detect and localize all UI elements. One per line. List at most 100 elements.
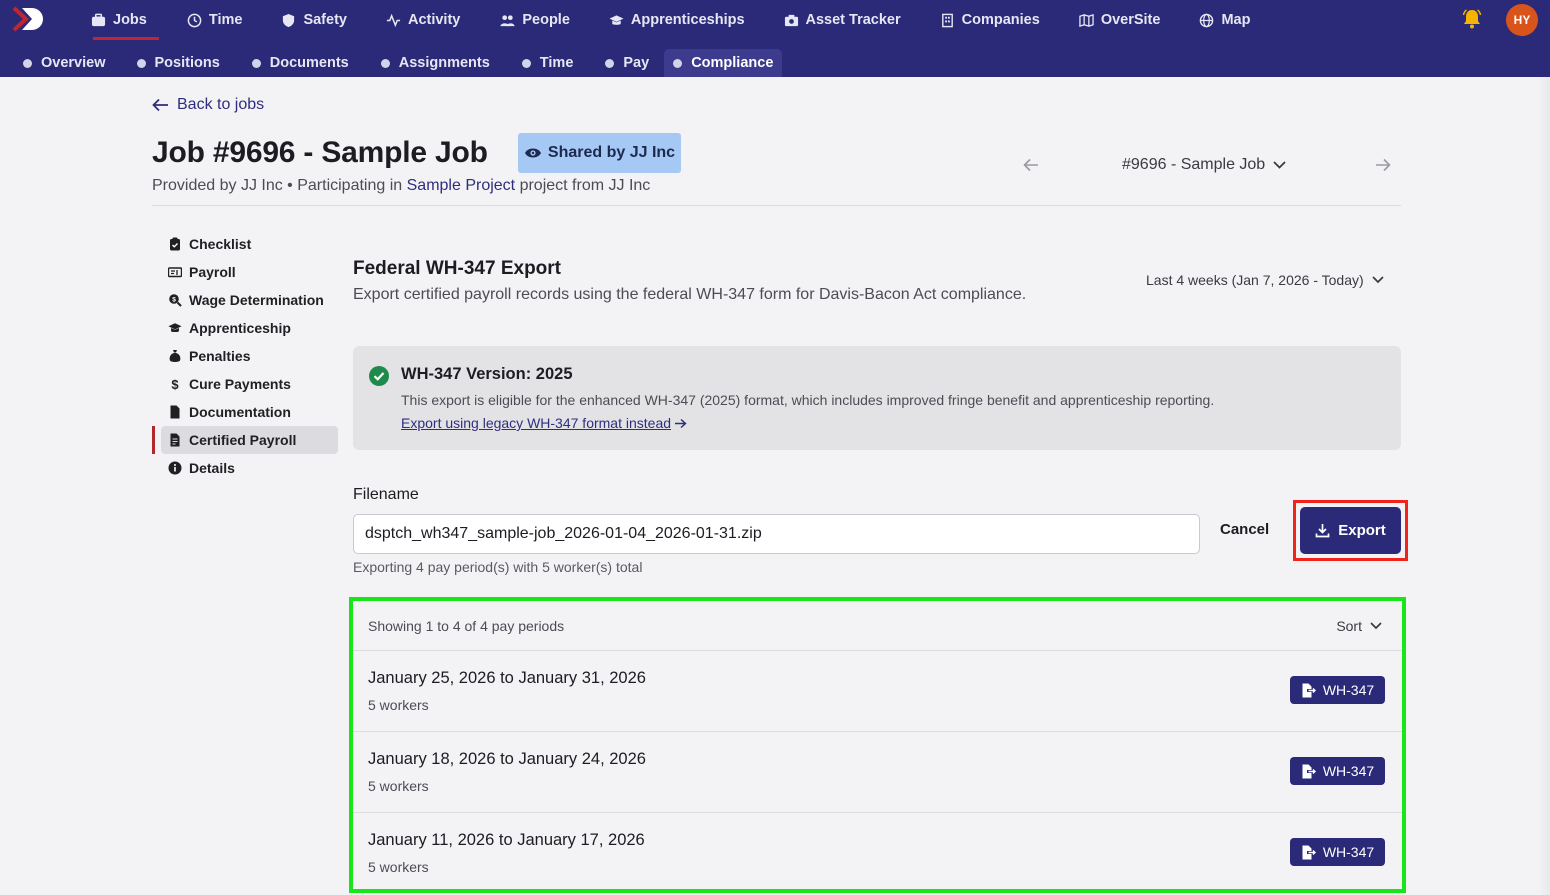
sidebar-item-label: Details bbox=[189, 460, 235, 476]
nav-people[interactable]: People bbox=[500, 0, 570, 40]
magnifier-dollar-icon: $ bbox=[169, 294, 182, 307]
wh347-download-button[interactable]: WH-347 bbox=[1290, 757, 1385, 785]
subnav-overview[interactable]: Overview bbox=[14, 49, 115, 77]
check-circle-icon bbox=[369, 366, 389, 386]
project-link[interactable]: Sample Project bbox=[407, 177, 516, 194]
subnav-assignments-label: Assignments bbox=[398, 55, 490, 71]
sidebar-item-documentation[interactable]: Documentation bbox=[152, 398, 338, 426]
sidebar-item-label: Cure Payments bbox=[189, 376, 291, 392]
section-description: Export certified payroll records using t… bbox=[353, 286, 1027, 303]
wh347-button-label: WH-347 bbox=[1322, 763, 1375, 779]
sidebar-item-payroll[interactable]: Payroll bbox=[152, 258, 338, 286]
nav-safety-label: Safety bbox=[303, 12, 347, 28]
sidebar-item-certified-payroll[interactable]: Certified Payroll bbox=[152, 426, 338, 454]
nav-map-label: Map bbox=[1221, 12, 1251, 28]
sidebar-item-wage-determination[interactable]: $ Wage Determination bbox=[152, 286, 338, 314]
subnav-compliance-label: Compliance bbox=[691, 55, 774, 71]
page-title: Job #9696 - Sample Job bbox=[152, 136, 488, 169]
notification-bell-icon[interactable] bbox=[1461, 8, 1483, 30]
nav-apprenticeships[interactable]: Apprenticeships bbox=[609, 0, 745, 40]
wh347-download-button[interactable]: WH-347 bbox=[1290, 676, 1385, 704]
sidebar-item-label: Wage Determination bbox=[189, 292, 324, 308]
money-check-icon bbox=[168, 267, 182, 278]
bullet-icon bbox=[136, 58, 146, 68]
bullet-icon bbox=[380, 58, 390, 68]
subnav-time[interactable]: Time bbox=[513, 49, 583, 77]
graduation-cap-icon bbox=[609, 14, 624, 25]
subnav-documents[interactable]: Documents bbox=[243, 49, 358, 77]
nav-asset-tracker-label: Asset Tracker bbox=[805, 12, 901, 28]
globe-icon bbox=[1200, 13, 1214, 27]
pay-periods-header: Showing 1 to 4 of 4 pay periods Sort bbox=[353, 601, 1402, 651]
nav-companies-label: Companies bbox=[961, 12, 1040, 28]
sidebar-item-label: Apprenticeship bbox=[189, 320, 291, 336]
date-range-dropdown[interactable]: Last 4 weeks (Jan 7, 2026 - Today) bbox=[1146, 272, 1384, 288]
cancel-button[interactable]: Cancel bbox=[1220, 521, 1269, 538]
pay-period-range: January 25, 2026 to January 31, 2026 bbox=[368, 669, 646, 687]
activity-icon bbox=[386, 13, 401, 27]
map-fold-icon bbox=[1079, 13, 1094, 27]
subnav-pay[interactable]: Pay bbox=[596, 49, 658, 77]
subnav-time-label: Time bbox=[539, 55, 574, 71]
page-scrollbar[interactable] bbox=[1538, 77, 1550, 895]
subtitle-suffix: project from JJ Inc bbox=[519, 177, 651, 194]
nav-safety[interactable]: Safety bbox=[281, 0, 347, 40]
subnav-overview-label: Overview bbox=[41, 55, 106, 71]
subnav-positions[interactable]: Positions bbox=[128, 49, 229, 77]
subnav-assignments[interactable]: Assignments bbox=[372, 49, 499, 77]
nav-asset-tracker[interactable]: Asset Tracker bbox=[784, 0, 901, 40]
sidebar-item-checklist[interactable]: Checklist bbox=[152, 230, 338, 258]
chevron-down-icon bbox=[1370, 621, 1382, 629]
pay-periods-highlight: Showing 1 to 4 of 4 pay periods Sort Jan… bbox=[349, 597, 1406, 893]
nav-time[interactable]: Time bbox=[187, 0, 243, 40]
pay-period-range: January 18, 2026 to January 24, 2026 bbox=[368, 750, 646, 768]
version-heading: WH-347 Version: 2025 bbox=[401, 365, 573, 383]
subtitle-prefix: Provided by JJ Inc • Participating in bbox=[152, 177, 403, 194]
back-to-jobs-label: Back to jobs bbox=[177, 96, 265, 113]
pay-period-workers: 5 workers bbox=[368, 859, 429, 875]
file-certified-icon bbox=[170, 433, 180, 447]
export-button[interactable]: Export bbox=[1300, 507, 1401, 554]
job-subtitle: Provided by JJ Inc • Participating in Sa… bbox=[152, 177, 650, 195]
wh347-download-button[interactable]: WH-347 bbox=[1290, 838, 1385, 866]
date-range-label: Last 4 weeks (Jan 7, 2026 - Today) bbox=[1146, 272, 1364, 288]
nav-oversite[interactable]: OverSite bbox=[1079, 0, 1161, 40]
pay-period-range: January 11, 2026 to January 17, 2026 bbox=[368, 831, 645, 849]
subnav-pay-label: Pay bbox=[623, 55, 650, 71]
nav-time-label: Time bbox=[208, 12, 243, 28]
filename-label: Filename bbox=[353, 486, 419, 503]
next-job-arrow-icon[interactable] bbox=[1374, 156, 1392, 174]
sort-dropdown[interactable]: Sort bbox=[1336, 618, 1382, 634]
legacy-format-link[interactable]: Export using legacy WH-347 format instea… bbox=[401, 415, 687, 431]
user-avatar[interactable]: HY bbox=[1506, 4, 1538, 36]
nav-activity[interactable]: Activity bbox=[386, 0, 460, 40]
pay-period-workers: 5 workers bbox=[368, 778, 429, 794]
shared-badge-label: Shared by JJ Inc bbox=[547, 144, 676, 161]
subnav-compliance[interactable]: Compliance bbox=[664, 49, 783, 77]
sidebar-item-penalties[interactable]: Penalties bbox=[152, 342, 338, 370]
back-to-jobs-link[interactable]: Back to jobs bbox=[152, 96, 264, 114]
subnav-documents-label: Documents bbox=[269, 55, 349, 71]
nav-map[interactable]: Map bbox=[1199, 0, 1250, 40]
sort-label: Sort bbox=[1336, 617, 1362, 634]
file-export-icon bbox=[1302, 764, 1316, 778]
building-icon bbox=[941, 13, 953, 27]
previous-job-arrow-icon[interactable] bbox=[1022, 156, 1040, 174]
filename-input[interactable] bbox=[353, 514, 1200, 554]
nav-oversite-label: OverSite bbox=[1100, 12, 1161, 28]
filename-help-text: Exporting 4 pay period(s) with 5 worker(… bbox=[353, 559, 643, 575]
bullet-icon bbox=[23, 58, 32, 68]
header-divider bbox=[152, 205, 1401, 206]
version-description: This export is eligible for the enhanced… bbox=[401, 392, 1215, 408]
sidebar-item-label: Certified Payroll bbox=[189, 432, 297, 448]
clipboard-check-icon bbox=[170, 237, 180, 251]
sidebar-item-apprenticeship[interactable]: Apprenticeship bbox=[152, 314, 338, 342]
job-selector-dropdown[interactable]: #9696 - Sample Job bbox=[1122, 156, 1286, 174]
sub-navigation: Overview Positions Documents Assignments… bbox=[14, 49, 783, 77]
nav-jobs[interactable]: Jobs bbox=[91, 0, 159, 40]
sidebar-item-details[interactable]: Details bbox=[152, 454, 338, 482]
job-navigator: #9696 - Sample Job bbox=[1022, 154, 1394, 178]
sidebar-item-cure-payments[interactable]: $ Cure Payments bbox=[152, 370, 338, 398]
app-logo-icon[interactable] bbox=[12, 6, 50, 32]
nav-companies[interactable]: Companies bbox=[940, 0, 1040, 40]
